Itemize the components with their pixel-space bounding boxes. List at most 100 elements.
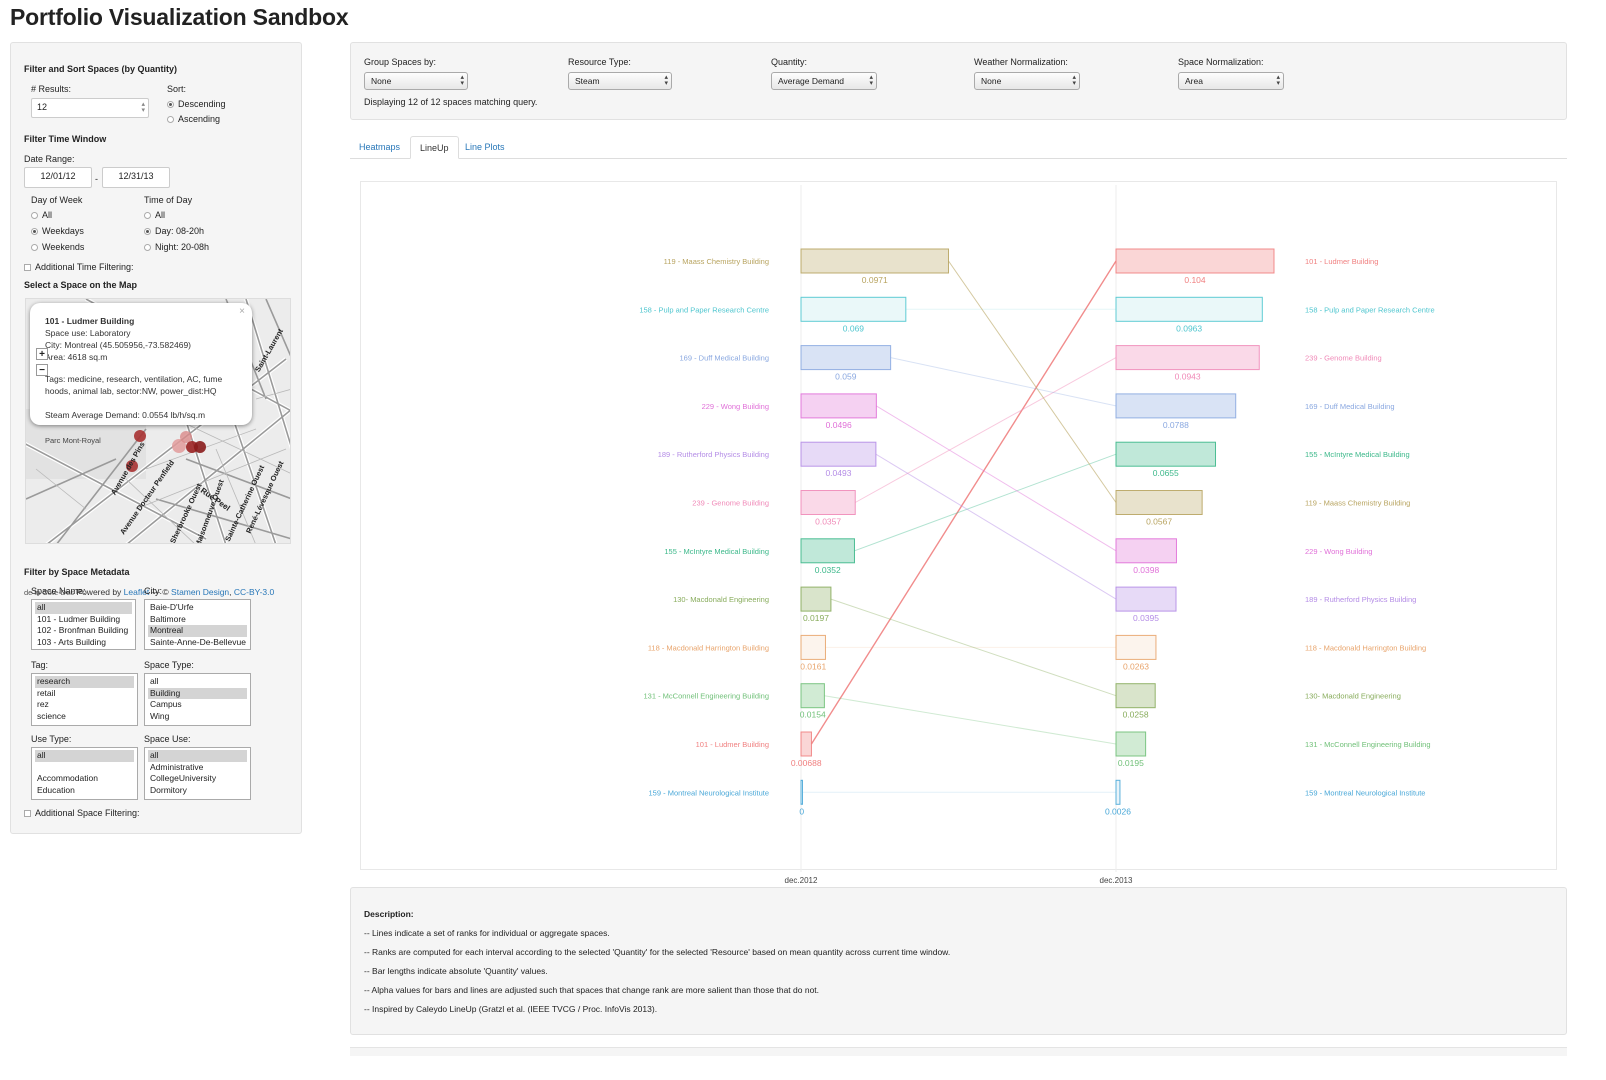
group-by-select[interactable]: None ▴ ▾	[364, 72, 468, 90]
space-map[interactable]: Parc Mont-Royal Avenue des Pins Avenue D…	[25, 298, 291, 544]
date-separator: -	[95, 174, 98, 184]
quantity-select[interactable]: Average Demand ▴ ▾	[771, 72, 877, 90]
zoom-in-button[interactable]: +	[36, 348, 48, 360]
description-line: -- Alpha values for bars and lines are a…	[364, 985, 820, 995]
radio-icon[interactable]	[31, 212, 38, 220]
list-item[interactable]: Baie-D'Urfe	[148, 602, 247, 614]
radio-checked-icon[interactable]	[31, 228, 38, 236]
popup-close-icon[interactable]: ×	[239, 306, 245, 317]
value-bar	[800, 586, 832, 612]
radio-checked-icon[interactable]	[144, 228, 151, 236]
value-label: 0.0493	[825, 468, 851, 478]
results-input[interactable]: 12 ▴ ▾	[31, 98, 149, 118]
checkbox-icon[interactable]	[24, 810, 31, 818]
list-item[interactable]: rez	[35, 699, 134, 711]
space-norm-label: Space Normalization:	[1178, 57, 1264, 67]
value-label: 0.0263	[1123, 661, 1149, 671]
list-item[interactable]: Administrative	[148, 762, 247, 774]
list-item[interactable]: Accommodation	[35, 773, 134, 785]
space-name-label-right: 101 - Ludmer Building	[1305, 257, 1378, 266]
stamen-link[interactable]: Stamen Design	[171, 587, 229, 597]
value-label: 0	[799, 806, 804, 816]
list-item[interactable]: Wing	[148, 711, 247, 723]
time-all-radio[interactable]: All	[144, 210, 165, 220]
tab-heatmaps[interactable]: Heatmaps	[350, 136, 409, 159]
value-bar	[1115, 393, 1237, 419]
list-item[interactable]: research	[35, 676, 134, 688]
space-name-label: Space Name:	[31, 586, 86, 596]
stepper-icon[interactable]: ▴ ▾	[141, 101, 145, 114]
list-item[interactable]: all	[35, 602, 132, 614]
use-type-listbox[interactable]: all Accommodation Education	[31, 747, 138, 800]
list-item[interactable]: retail	[35, 688, 134, 700]
value-label: 0.0963	[1176, 323, 1202, 333]
day-all-radio[interactable]: All	[31, 210, 52, 220]
list-item[interactable]: 102 - Bronfman Building	[35, 625, 132, 637]
start-date-input[interactable]: 12/01/12	[24, 167, 92, 188]
radio-checked-icon[interactable]	[167, 101, 174, 109]
space-name-label-right: 118 - Macdonald Harrington Building	[1305, 643, 1426, 652]
space-name-label-left: 131 - McConnell Engineering Building	[644, 692, 770, 701]
space-name-label-right: 229 - Wong Building	[1305, 547, 1372, 556]
tag-listbox[interactable]: research retail rez science	[31, 673, 138, 726]
list-item[interactable]: all	[35, 750, 134, 762]
list-item[interactable]: Campus	[148, 699, 247, 711]
value-label: 0.0352	[815, 565, 841, 575]
list-item[interactable]: 103 - Arts Building	[35, 637, 132, 649]
list-item[interactable]: Building	[148, 687, 247, 699]
license-link[interactable]: CC-BY-3.0	[234, 587, 274, 597]
day-weekends-radio[interactable]: Weekends	[31, 242, 84, 252]
value-label: 0.0154	[800, 710, 826, 720]
radio-icon[interactable]	[144, 244, 151, 252]
additional-space-checkbox[interactable]: Additional Space Filtering:	[24, 808, 140, 818]
additional-time-checkbox[interactable]: Additional Time Filtering:	[24, 262, 134, 272]
tab-bar	[350, 158, 1567, 159]
space-name-label-left: 169 - Duff Medical Building	[680, 354, 770, 363]
popup-space-use: Space use: Laboratory	[45, 328, 131, 338]
time-night-radio[interactable]: Night: 20-08h	[144, 242, 209, 252]
list-item[interactable]: Montreal	[148, 625, 247, 637]
tab-lineup[interactable]: LineUp	[410, 136, 459, 159]
weather-label: Weather Normalization:	[974, 57, 1068, 67]
list-item[interactable]: 101 - Ludmer Building	[35, 614, 132, 626]
list-item[interactable]: CollegeUniversity	[148, 773, 247, 785]
list-item[interactable]: Education	[35, 785, 134, 797]
description-panel: Description: -- Lines indicate a set of …	[350, 887, 1567, 1035]
list-item[interactable]: Sainte-Anne-De-Bellevue	[148, 637, 247, 649]
space-name-listbox[interactable]: all 101 - Ludmer Building 102 - Bronfman…	[31, 599, 136, 650]
value-bar	[1115, 538, 1177, 564]
space-use-listbox[interactable]: all Administrative CollegeUniversity Dor…	[144, 747, 251, 800]
list-item[interactable]	[35, 762, 134, 774]
list-item[interactable]: Baltimore	[148, 614, 247, 626]
radio-icon[interactable]	[31, 244, 38, 252]
radio-icon[interactable]	[167, 116, 174, 124]
weather-select[interactable]: None ▴ ▾	[974, 72, 1080, 90]
value-label: 0.059	[835, 372, 857, 382]
sort-ascending-radio[interactable]: Ascending	[167, 114, 220, 124]
map-popup: 101 - Ludmer Building Space use: Laborat…	[30, 303, 252, 425]
space-name-label-right: 130- Macdonald Engineering	[1305, 692, 1401, 701]
end-date-input[interactable]: 12/31/13	[102, 167, 170, 188]
list-item[interactable]: science	[35, 711, 134, 723]
sort-descending-radio[interactable]: Descending	[167, 99, 226, 109]
list-item[interactable]: Dormitory	[148, 785, 247, 797]
space-norm-select[interactable]: Area ▴ ▾	[1178, 72, 1284, 90]
resource-select[interactable]: Steam ▴ ▾	[568, 72, 672, 90]
space-type-listbox[interactable]: all Building Campus Wing	[144, 673, 251, 726]
popup-tags-line1: Tags: medicine, research, ventilation, A…	[45, 374, 223, 384]
value-bar	[800, 296, 907, 322]
popup-tags-line2: hoods, animal lab, sector:NW, power_dist…	[45, 386, 217, 396]
list-item[interactable]: all	[148, 750, 247, 762]
day-weekdays-radio[interactable]: Weekdays	[31, 226, 84, 236]
list-item[interactable]: all	[148, 676, 247, 688]
lineup-chart-frame	[360, 181, 1557, 870]
value-label: 0.0258	[1123, 710, 1149, 720]
zoom-out-button[interactable]: −	[36, 364, 48, 376]
checkbox-icon[interactable]	[24, 264, 31, 272]
tab-line-plots[interactable]: Line Plots	[456, 136, 514, 159]
query-status: Displaying 12 of 12 spaces matching quer…	[364, 97, 538, 107]
time-day-radio[interactable]: Day: 08-20h	[144, 226, 204, 236]
radio-icon[interactable]	[144, 212, 151, 220]
city-listbox[interactable]: Baie-D'Urfe Baltimore Montreal Sainte-An…	[144, 599, 251, 650]
space-name-label-left: 189 - Rutherford Physics Building	[658, 450, 769, 459]
